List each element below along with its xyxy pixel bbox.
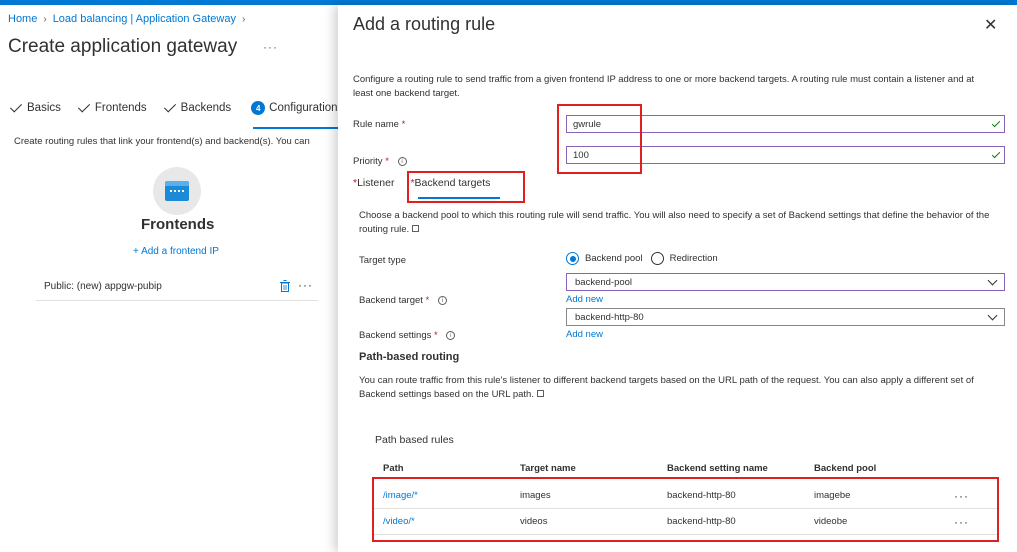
add-routing-rule-panel: Add a routing rule ✕ Configure a routing… [338, 5, 1017, 552]
breadcrumb: Home › Load balancing | Application Gate… [8, 13, 251, 25]
wizard-steps: Basics Frontends Backends 4 Configuratio… [9, 99, 358, 115]
backend-settings-label: Backend settings * i [359, 330, 456, 341]
close-icon[interactable]: ✕ [984, 15, 997, 35]
col-path: Path [383, 462, 404, 474]
step-label: Configuration [269, 102, 338, 114]
radio-label: Redirection [669, 253, 718, 264]
table-header-row: Path Target name Backend setting name Ba… [373, 457, 998, 479]
add-frontend-ip-link[interactable]: + Add a frontend IP [133, 246, 219, 257]
checkmark-icon [163, 99, 176, 113]
radio-unselected-icon [650, 252, 664, 265]
chevron-down-icon [987, 310, 998, 320]
path-rules-title: Path based rules [375, 434, 454, 446]
external-link-icon[interactable] [537, 390, 544, 397]
tab-label: Listener [357, 177, 395, 189]
col-target-name: Target name [520, 462, 576, 474]
highlight-box-path-rules [372, 477, 999, 542]
chevron-right-icon: › [43, 13, 47, 25]
path-routing-desc-text: You can route traffic from this rule's l… [359, 375, 974, 400]
col-backend-setting-name: Backend setting name [667, 462, 768, 474]
info-icon[interactable]: i [437, 295, 447, 305]
backend-settings-label-text: Backend settings [359, 330, 432, 341]
breadcrumb-load-balancing[interactable]: Load balancing | Application Gateway [53, 13, 236, 25]
panel-description: Configure a routing rule to send traffic… [353, 74, 975, 99]
chevron-down-icon [987, 275, 998, 285]
external-link-icon[interactable] [412, 225, 420, 232]
info-icon[interactable]: i [397, 156, 407, 166]
step-label: Backends [180, 102, 232, 114]
frontend-item[interactable]: Public: (new) appgw-pubip [44, 281, 162, 292]
rule-name-label-text: Rule name [353, 119, 399, 130]
trash-icon[interactable] [280, 280, 290, 292]
step-number-badge: 4 [251, 101, 266, 115]
target-type-radio-group: Backend pool Redirection [566, 252, 726, 265]
step-frontends[interactable]: Frontends [77, 99, 147, 114]
priority-label: Priority * i [353, 156, 407, 167]
step-label: Frontends [94, 102, 147, 114]
highlight-box-rule-inputs [557, 104, 642, 174]
radio-redirection[interactable]: Redirection [650, 252, 718, 265]
active-step-underline [253, 127, 338, 129]
radio-selected-icon [566, 252, 579, 265]
radio-label: Backend pool [585, 253, 643, 264]
backend-target-label-text: Backend target [359, 295, 423, 306]
backend-settings-dropdown[interactable]: backend-http-80 [566, 308, 1005, 326]
valid-check-icon [991, 118, 1001, 127]
breadcrumb-home[interactable]: Home [8, 13, 37, 25]
backend-desc-text: Choose a backend pool to which this rout… [359, 210, 990, 235]
page-title: Create application gateway [8, 36, 238, 57]
checkmark-icon [77, 99, 90, 113]
backend-target-label: Backend target * i [359, 295, 447, 306]
backend-target-dropdown[interactable]: backend-pool [566, 273, 1005, 291]
configuration-description: Create routing rules that link your fron… [14, 136, 310, 147]
frontend-ip-icon [165, 181, 189, 201]
step-backends[interactable]: Backends [163, 99, 232, 114]
path-routing-description: You can route traffic from this rule's l… [359, 374, 999, 402]
col-backend-pool: Backend pool [814, 462, 877, 474]
target-type-label: Target type [359, 255, 406, 266]
panel-title: Add a routing rule [353, 14, 496, 34]
backend-target-value: backend-pool [575, 276, 633, 288]
radio-backend-pool[interactable]: Backend pool [566, 252, 643, 265]
more-options-icon[interactable]: ··· [263, 40, 278, 54]
step-label: Basics [27, 102, 61, 114]
backend-settings-value: backend-http-80 [575, 311, 644, 323]
frontend-more-icon[interactable]: ··· [298, 278, 313, 292]
add-new-backend-settings-link[interactable]: Add new [566, 329, 603, 340]
step-configuration[interactable]: 4 Configuration [251, 101, 338, 115]
tab-listener[interactable]: *Listener [353, 177, 394, 189]
priority-label-text: Priority [353, 156, 383, 167]
chevron-right-icon: › [241, 13, 246, 25]
frontends-icon-circle [153, 167, 201, 215]
rule-name-label: Rule name * [353, 119, 406, 130]
backend-targets-description: Choose a backend pool to which this rout… [359, 209, 999, 237]
valid-check-icon [991, 149, 1001, 158]
add-new-backend-target-link[interactable]: Add new [566, 294, 603, 305]
checkmark-icon [9, 99, 23, 113]
frontends-title: Frontends [141, 216, 215, 233]
info-icon[interactable]: i [446, 330, 456, 340]
create-app-gateway-page: Home › Load balancing | Application Gate… [0, 5, 338, 552]
highlight-box-backend-tab [407, 171, 525, 203]
divider [36, 300, 318, 301]
path-routing-title: Path-based routing [359, 351, 460, 363]
step-basics[interactable]: Basics [9, 99, 61, 114]
